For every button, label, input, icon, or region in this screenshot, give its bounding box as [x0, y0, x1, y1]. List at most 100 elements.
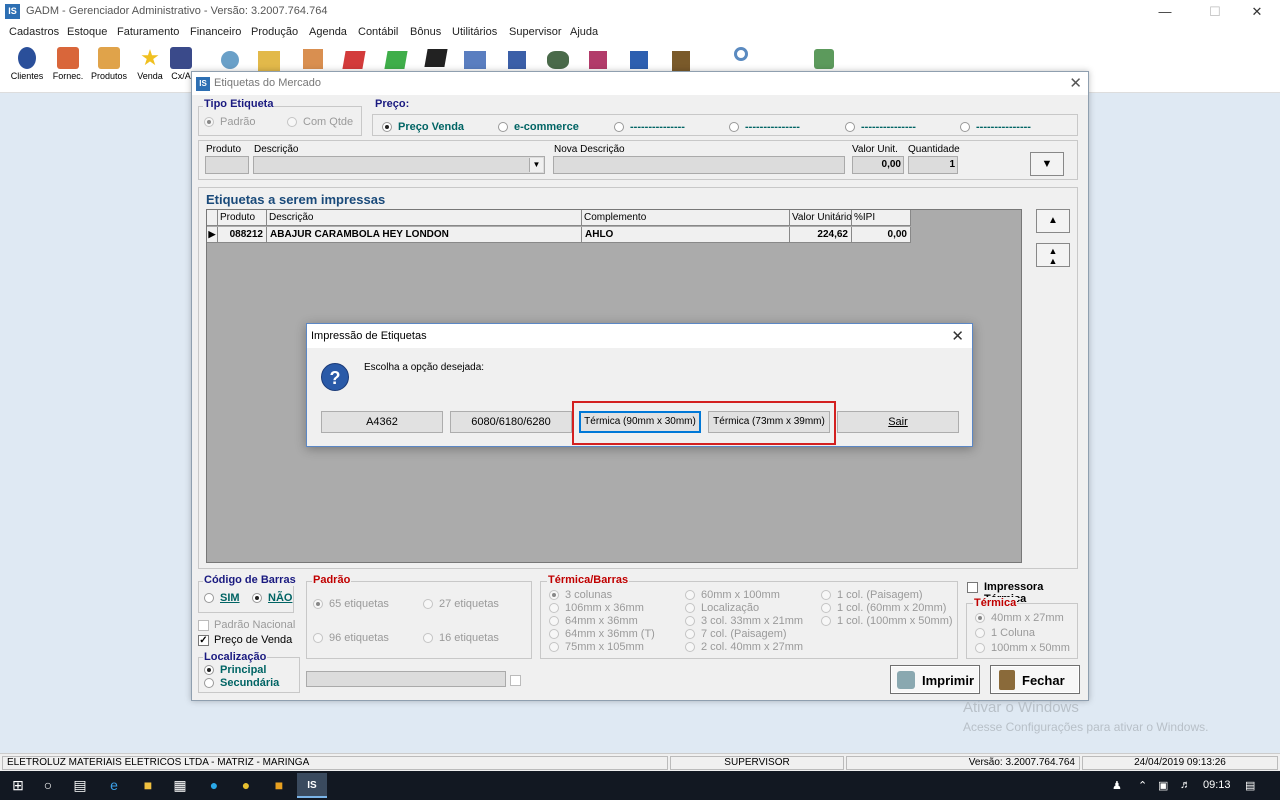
- volume-icon[interactable]: ♬: [1180, 779, 1191, 791]
- green-tag-icon[interactable]: [384, 51, 408, 69]
- menu-bonus[interactable]: Bônus: [410, 26, 441, 38]
- termica-1coluna-radio[interactable]: [975, 628, 985, 638]
- save-icon[interactable]: [630, 51, 648, 69]
- tb-1col-60x20-radio[interactable]: [821, 603, 831, 613]
- secundaria-radio[interactable]: [204, 678, 214, 688]
- menu-financeiro[interactable]: Financeiro: [190, 26, 241, 38]
- column-header[interactable]: Produto: [218, 210, 267, 226]
- tb-64x36-radio[interactable]: [549, 616, 559, 626]
- preco-opt5-radio[interactable]: [845, 122, 855, 132]
- cell-valor[interactable]: 224,62: [790, 227, 852, 243]
- tb-2col-radio[interactable]: [685, 642, 695, 652]
- valor-unit-input[interactable]: 0,00: [852, 156, 904, 174]
- taskbar-clock[interactable]: 09:13: [1203, 779, 1231, 791]
- nova-descricao-input[interactable]: [553, 156, 845, 174]
- red-tag-icon[interactable]: [342, 51, 366, 69]
- cell-descricao[interactable]: ABAJUR CARAMBOLA HEY LONDON: [267, 227, 582, 243]
- preco-venda-checkbox[interactable]: ✓: [198, 635, 209, 646]
- tb-1col-100x50-radio[interactable]: [821, 616, 831, 626]
- tb-1col-paisagem-radio[interactable]: [821, 590, 831, 600]
- padrao-96-radio[interactable]: [313, 633, 323, 643]
- descricao-select[interactable]: ▼: [253, 156, 545, 174]
- network-icon[interactable]: ▣: [1158, 779, 1168, 792]
- cell-produto[interactable]: 088212: [218, 227, 267, 243]
- minimize-button[interactable]: —: [1142, 0, 1188, 23]
- move-up-button[interactable]: ▲: [1036, 209, 1070, 233]
- padrao-nacional-checkbox[interactable]: [198, 620, 209, 631]
- menu-cadastros[interactable]: Cadastros: [9, 26, 59, 38]
- impressora-termica-checkbox[interactable]: [967, 582, 978, 593]
- calendar-icon[interactable]: [508, 51, 526, 69]
- sair-button[interactable]: Sair: [837, 411, 959, 433]
- menu-supervisor[interactable]: Supervisor: [509, 26, 562, 38]
- tipo-padrao-radio[interactable]: [204, 117, 214, 127]
- checklist-icon[interactable]: [258, 51, 280, 71]
- column-header[interactable]: Descrição: [267, 210, 582, 226]
- skype-icon[interactable]: ●: [199, 773, 229, 798]
- toolbar-clientes-button[interactable]: Clientes: [7, 47, 47, 89]
- notifications-icon[interactable]: ▤: [1245, 779, 1255, 792]
- 6080-6180-6280-button[interactable]: 6080/6180/6280: [450, 411, 572, 433]
- edit-icon[interactable]: [303, 49, 323, 69]
- chevron-up-icon[interactable]: ⌃: [1138, 779, 1147, 792]
- tb-7col-radio[interactable]: [685, 629, 695, 639]
- chevron-down-icon[interactable]: ▼: [529, 158, 543, 172]
- menu-utilitarios[interactable]: Utilitários: [452, 26, 497, 38]
- search-icon[interactable]: [734, 47, 748, 61]
- menu-estoque[interactable]: Estoque: [67, 26, 107, 38]
- preco-opt4-radio[interactable]: [729, 122, 739, 132]
- user-settings-icon[interactable]: [814, 49, 834, 69]
- maximize-button[interactable]: ☐: [1192, 0, 1238, 23]
- file-explorer-icon[interactable]: ■: [133, 773, 163, 798]
- fechar-button[interactable]: Fechar: [990, 665, 1080, 694]
- termica-40x27-radio[interactable]: [975, 613, 985, 623]
- progress-checkbox[interactable]: [510, 675, 521, 686]
- tb-localizacao-radio[interactable]: [685, 603, 695, 613]
- task-view-icon[interactable]: ▤: [65, 773, 95, 798]
- menu-ajuda[interactable]: Ajuda: [570, 26, 598, 38]
- termica-100x50-radio[interactable]: [975, 643, 985, 653]
- tb-106x36-radio[interactable]: [549, 603, 559, 613]
- column-header[interactable]: Complemento: [582, 210, 790, 226]
- padrao-65-radio[interactable]: [313, 599, 323, 609]
- tools-icon[interactable]: [464, 51, 486, 69]
- gadm-taskbar-icon[interactable]: IS: [297, 773, 327, 798]
- padrao-27-radio[interactable]: [423, 599, 433, 609]
- calculator-icon[interactable]: ▦: [165, 773, 195, 798]
- tb-75x105-radio[interactable]: [549, 642, 559, 652]
- produto-input[interactable]: [205, 156, 249, 174]
- column-header[interactable]: Valor Unitário: [790, 210, 852, 226]
- preco-opt6-radio[interactable]: [960, 122, 970, 132]
- tb-60x100-radio[interactable]: [685, 590, 695, 600]
- tb-64x36t-radio[interactable]: [549, 629, 559, 639]
- imprimir-button[interactable]: Imprimir: [890, 665, 980, 694]
- close-button[interactable]: ✕: [1234, 0, 1280, 23]
- cell-ipi[interactable]: 0,00: [852, 227, 911, 243]
- search-icon[interactable]: ○: [33, 773, 63, 798]
- column-header[interactable]: %IPI: [852, 210, 911, 226]
- menu-agenda[interactable]: Agenda: [309, 26, 347, 38]
- people-icon[interactable]: ♟: [1112, 779, 1122, 792]
- barras-sim-radio[interactable]: [204, 593, 214, 603]
- move-top-button[interactable]: ▲ ▲: [1036, 243, 1070, 267]
- shield-icon[interactable]: [589, 51, 607, 69]
- tipo-com-qtde-radio[interactable]: [287, 117, 297, 127]
- toolbar-fornec-button[interactable]: Fornec.: [48, 47, 88, 89]
- tb-3colunas-radio[interactable]: [549, 590, 559, 600]
- preco-opt3-radio[interactable]: [614, 122, 624, 132]
- quantidade-input[interactable]: 1: [908, 156, 958, 174]
- preco-venda-radio[interactable]: [382, 122, 392, 132]
- toolbar-venda-button[interactable]: ★ Venda: [130, 47, 170, 89]
- ecommerce-radio[interactable]: [498, 122, 508, 132]
- exit-icon[interactable]: [672, 51, 690, 71]
- barras-nao-radio[interactable]: [252, 593, 262, 603]
- close-icon[interactable]: ✕: [1069, 74, 1082, 92]
- chrome-icon[interactable]: ●: [231, 773, 261, 798]
- edge-icon[interactable]: e: [99, 773, 129, 798]
- add-item-button[interactable]: ▼: [1030, 152, 1064, 176]
- black-tag-icon[interactable]: [424, 49, 448, 67]
- menu-contabil[interactable]: Contábil: [358, 26, 398, 38]
- menu-faturamento[interactable]: Faturamento: [117, 26, 179, 38]
- toolbar-produtos-button[interactable]: Produtos: [89, 47, 129, 89]
- backup-icon[interactable]: [221, 51, 239, 69]
